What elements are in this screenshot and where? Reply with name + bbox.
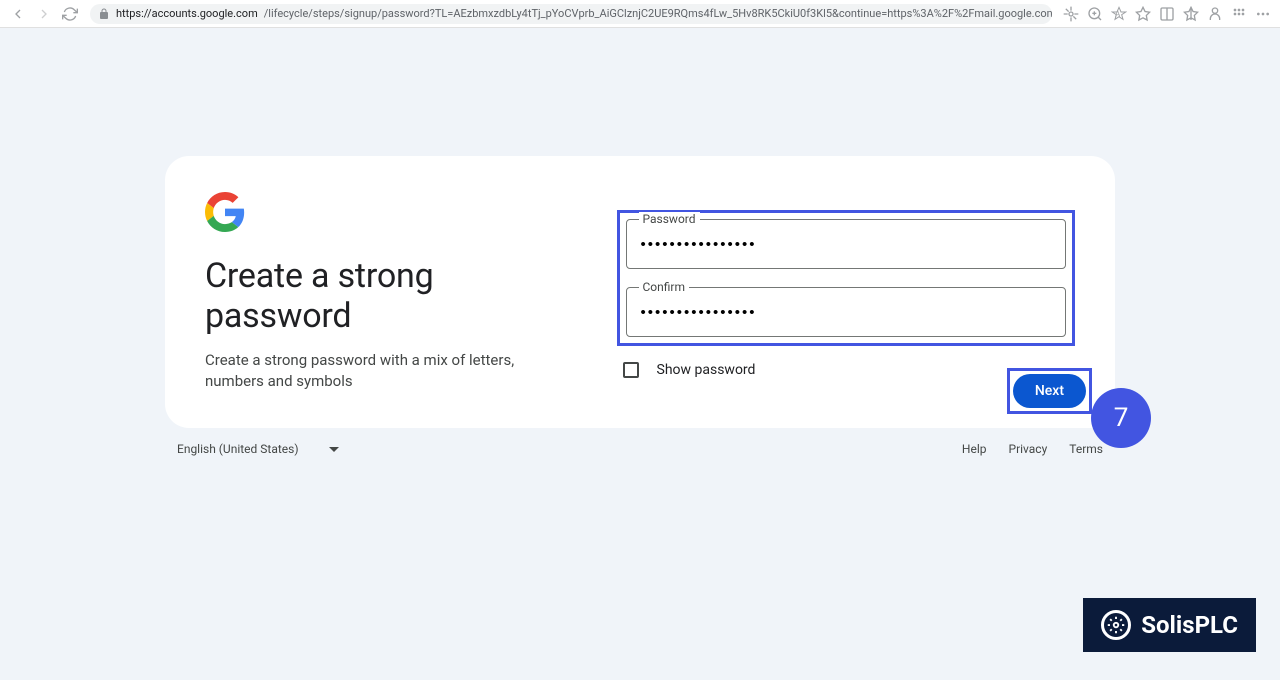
google-logo — [205, 192, 577, 236]
footer-links: Help Privacy Terms — [962, 442, 1103, 456]
favorite-icon[interactable] — [1134, 5, 1152, 23]
url-bar[interactable]: https://accounts.google.com/lifecycle/st… — [90, 4, 1052, 24]
terms-link[interactable]: Terms — [1069, 442, 1103, 456]
next-highlight-box: Next — [1007, 368, 1092, 414]
page-subheading: Create a strong password with a mix of l… — [205, 350, 577, 392]
more-icon[interactable] — [1254, 5, 1272, 23]
password-input[interactable] — [627, 220, 1066, 268]
lock-icon — [98, 8, 110, 20]
url-domain: https://accounts.google.com — [116, 7, 258, 20]
svg-text:A: A — [1115, 9, 1121, 18]
page-heading: Create a strong password — [205, 256, 577, 336]
extensions-icon[interactable] — [1230, 5, 1248, 23]
input-highlight-box: Password Confirm — [617, 210, 1076, 346]
confirm-field-container: Confirm — [626, 287, 1067, 337]
password-field-container: Password — [626, 219, 1067, 269]
footer: English (United States) Help Privacy Ter… — [165, 442, 1115, 456]
gear-icon — [1101, 610, 1131, 640]
right-column: Password Confirm Show password — [597, 192, 1076, 392]
left-column: Create a strong password Create a strong… — [205, 192, 597, 392]
help-link[interactable]: Help — [962, 442, 987, 456]
forward-button[interactable] — [34, 4, 54, 24]
confirm-input[interactable] — [627, 288, 1066, 336]
read-aloud-icon[interactable]: A — [1110, 5, 1128, 23]
watermark: SolisPLC — [1083, 598, 1256, 652]
zoom-icon[interactable] — [1086, 5, 1104, 23]
watermark-text: SolisPLC — [1141, 611, 1238, 639]
confirm-label: Confirm — [639, 280, 690, 294]
next-button[interactable]: Next — [1013, 374, 1086, 408]
language-label: English (United States) — [177, 442, 299, 456]
browser-toolbar: https://accounts.google.com/lifecycle/st… — [0, 0, 1280, 28]
step-badge: 7 — [1091, 388, 1151, 448]
show-password-checkbox[interactable] — [623, 362, 639, 378]
split-icon[interactable] — [1158, 5, 1176, 23]
dropdown-triangle-icon — [329, 447, 339, 452]
language-selector[interactable]: English (United States) — [177, 442, 339, 456]
back-button[interactable] — [8, 4, 28, 24]
show-password-label: Show password — [657, 362, 756, 378]
url-path: /lifecycle/steps/signup/password?TL=AEzb… — [264, 7, 1052, 20]
refresh-button[interactable] — [60, 4, 80, 24]
signup-card: Create a strong password Create a strong… — [165, 156, 1115, 428]
password-label: Password — [639, 212, 700, 226]
privacy-link[interactable]: Privacy — [1009, 442, 1048, 456]
extension-icon[interactable] — [1062, 5, 1080, 23]
collections-icon[interactable] — [1182, 5, 1200, 23]
profile-icon[interactable] — [1206, 5, 1224, 23]
